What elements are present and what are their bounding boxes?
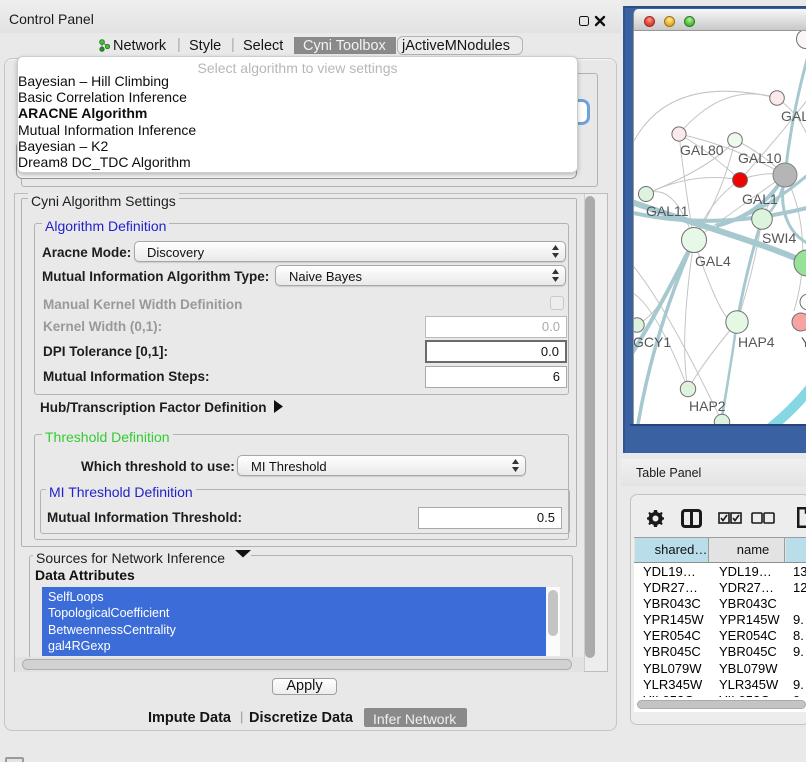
svg-text:Y: Y [801,334,806,350]
svg-text:HAP2: HAP2 [689,398,726,414]
svg-text:GCY1: GCY1 [634,334,671,350]
svg-text:GAL4: GAL4 [695,253,731,269]
svg-text:GAL11: GAL11 [646,203,689,219]
svg-text:GAL7: GAL7 [781,108,806,124]
svg-text:GAL1: GAL1 [742,191,778,207]
svg-text:GAL80: GAL80 [680,142,724,158]
svg-text:SWI4: SWI4 [762,230,796,246]
svg-text:HAP4: HAP4 [738,334,775,350]
svg-text:GAL10: GAL10 [738,150,782,166]
